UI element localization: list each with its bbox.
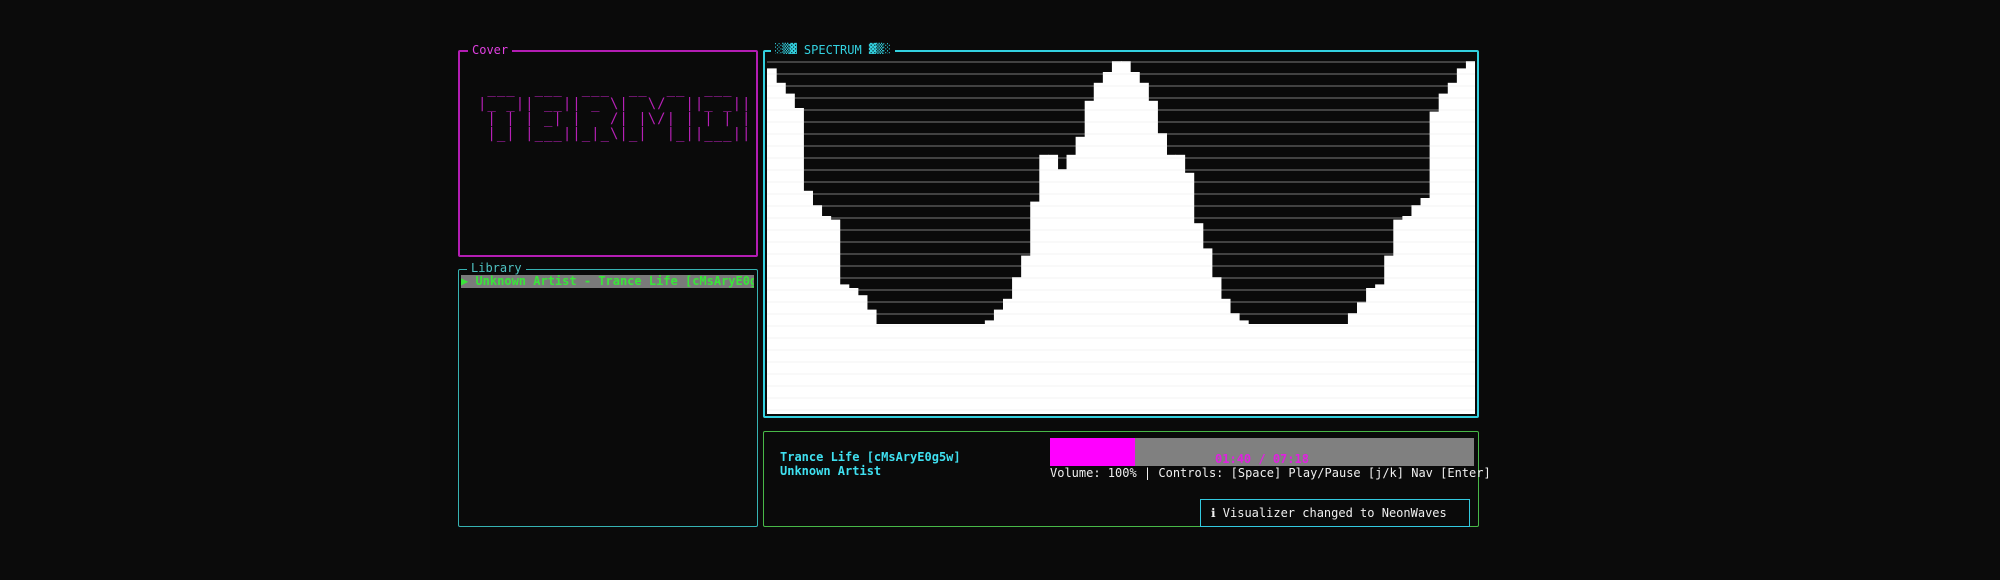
library-title: Library <box>467 260 526 276</box>
spectrum-bar <box>894 324 904 414</box>
spectrum-bar <box>1465 61 1475 414</box>
spectrum-bar <box>1166 154 1177 414</box>
spectrum-bar <box>1266 324 1276 414</box>
spectrum-bar <box>1039 154 1049 414</box>
spectrum-bar <box>1420 198 1431 414</box>
spectrum-bar <box>1211 277 1222 414</box>
spectrum-bar <box>1130 72 1140 414</box>
cover-title: Cover <box>468 42 513 58</box>
spectrum-bar <box>812 205 823 414</box>
spectrum-bar <box>1311 324 1322 414</box>
spectrum-bar <box>1338 324 1349 414</box>
library-item-selected[interactable]: ▶ Unknown Artist - Trance Life [cMsAryE0… <box>461 275 754 288</box>
spectrum-bar <box>1021 255 1031 414</box>
spectrum-bar <box>1347 313 1358 414</box>
track-artist: Unknown Artist <box>780 464 882 478</box>
notification-toast: ℹ Visualizer changed to NeonWaves <box>1200 499 1470 527</box>
spectrum-bar <box>1157 133 1167 414</box>
spectrum-bar <box>1284 324 1295 414</box>
spectrum-panel: ░▒▓ SPECTRUM ▓▒░ <box>763 42 1479 418</box>
spectrum-bar <box>1384 255 1394 414</box>
cover-panel: Cover ___ ___ ___ __ __ ___ _ _ ___ |_ _… <box>458 42 758 257</box>
spectrum-bar <box>1102 72 1113 414</box>
spectrum-bar <box>1202 248 1213 414</box>
spectrum-bar <box>830 219 841 414</box>
spectrum-bar <box>1229 313 1240 414</box>
spectrum-bar <box>921 324 931 414</box>
spectrum-bar <box>1429 111 1440 414</box>
spectrum-bar <box>939 324 950 414</box>
spectrum-bar <box>903 324 913 414</box>
spectrum-bar <box>948 324 959 414</box>
spectrum-bar <box>1275 324 1285 414</box>
spectrum-bar <box>794 108 804 414</box>
spectrum-bar <box>875 324 886 414</box>
track-title: Trance Life [cMsAryE0g5w] <box>780 450 961 464</box>
spectrum-bar <box>1148 100 1158 414</box>
spectrum-bar <box>1411 205 1422 414</box>
terminal-window: Cover ___ ___ ___ __ __ ___ _ _ ___ |_ _… <box>430 0 1570 580</box>
spectrum-bar <box>1257 324 1267 414</box>
spectrum-visualizer <box>767 54 1475 414</box>
progress-bar[interactable]: 01:40 / 07:18 <box>1050 438 1474 466</box>
spectrum-bar <box>1093 82 1104 414</box>
library-panel[interactable]: Library ▶ Unknown Artist - Trance Life [… <box>458 260 758 527</box>
spectrum-bar <box>1402 216 1413 414</box>
spectrum-bar <box>966 324 977 414</box>
spectrum-bar <box>848 288 859 414</box>
spectrum-bar <box>1375 284 1385 414</box>
spectrum-bar <box>857 295 868 414</box>
spectrum-bar <box>1066 154 1077 414</box>
spectrum-bar <box>1030 201 1040 414</box>
progress-time: 01:40 / 07:18 <box>1215 452 1309 466</box>
spectrum-bar <box>957 324 968 414</box>
spectrum-bar <box>839 284 850 414</box>
spectrum-bar <box>1048 154 1059 414</box>
spectrum-bar <box>1366 288 1376 414</box>
spectrum-bar <box>975 324 986 414</box>
cover-ascii-art: ___ ___ ___ __ __ ___ _ _ ___ |_ _|| __|… <box>478 82 750 142</box>
spectrum-bar <box>803 190 813 414</box>
spectrum-bar <box>1293 324 1304 414</box>
spectrum-bar <box>1175 154 1186 414</box>
spectrum-bar <box>821 216 832 414</box>
spectrum-bar <box>930 324 941 414</box>
spectrum-bar <box>1075 136 1086 414</box>
spectrum-bar <box>1012 277 1022 414</box>
spectrum-bar <box>1139 82 1149 414</box>
spectrum-bar <box>1184 172 1195 414</box>
spectrum-bar <box>1320 324 1331 414</box>
spectrum-bar <box>1084 100 1095 414</box>
spectrum-bar <box>1329 324 1340 414</box>
spectrum-bar <box>776 82 786 414</box>
spectrum-bar <box>1111 61 1122 414</box>
spectrum-bar <box>885 324 895 414</box>
spectrum-bar <box>1248 324 1258 414</box>
spectrum-bar <box>1003 298 1013 414</box>
spectrum-bar <box>1447 82 1458 414</box>
spectrum-bar <box>1121 61 1131 414</box>
spectrum-bar <box>1393 219 1403 414</box>
spectrum-bar <box>1193 223 1204 414</box>
spectrum-bar <box>1302 324 1313 414</box>
spectrum-bar <box>984 320 995 414</box>
spectrum-bar <box>912 324 922 414</box>
spectrum-bar <box>1239 320 1249 414</box>
now-playing: Trance Life [cMsAryE0g5w] Unknown Artist <box>780 450 961 478</box>
spectrum-bar <box>1220 298 1231 414</box>
spectrum-bar <box>1357 302 1367 414</box>
status-line: Volume: 100% | Controls: [Space] Play/Pa… <box>1050 466 1491 480</box>
